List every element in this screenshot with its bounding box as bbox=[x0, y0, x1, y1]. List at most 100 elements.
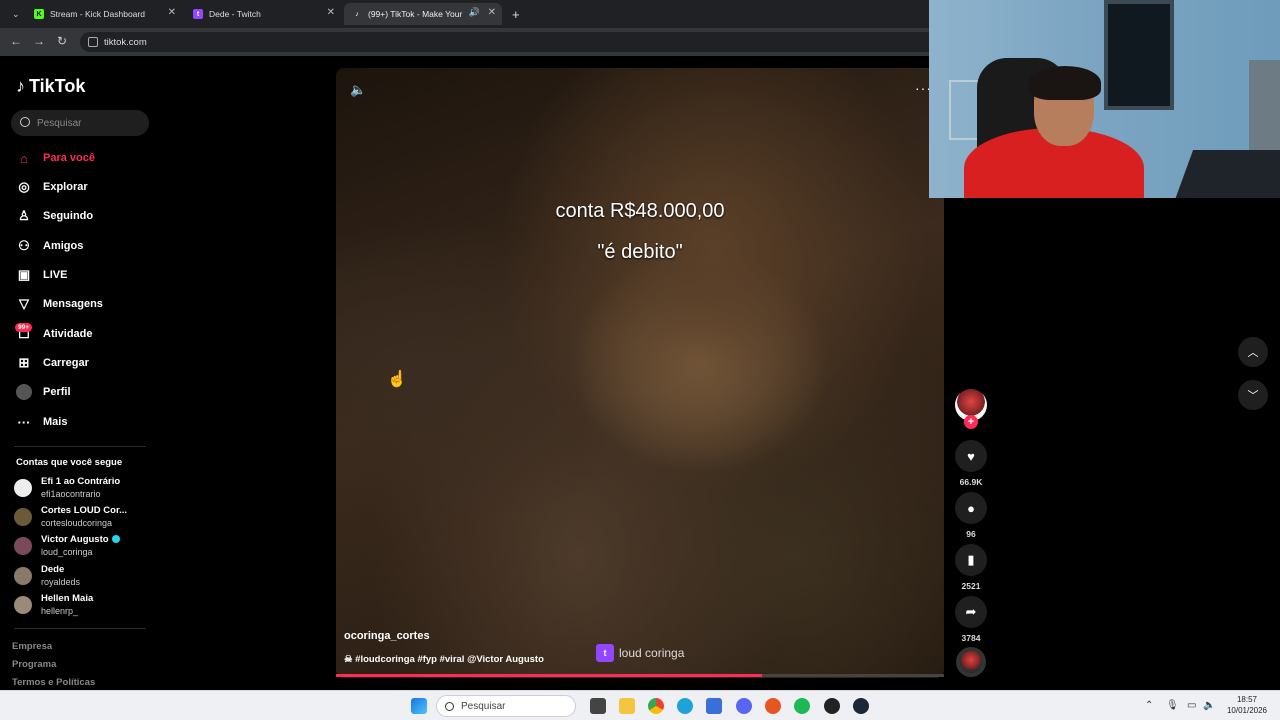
share-button[interactable]: ➦ 3784 bbox=[955, 596, 987, 643]
cam-hair bbox=[1029, 66, 1101, 100]
save-button[interactable]: ▮ 2521 bbox=[955, 544, 987, 591]
nav-label: LIVE bbox=[43, 269, 68, 281]
back-icon[interactable]: ← bbox=[10, 34, 22, 48]
previous-video-button[interactable]: ︿ bbox=[1238, 337, 1268, 367]
clock-time: 18:57 bbox=[1236, 695, 1258, 704]
video-overlay-line2: "é debito" bbox=[597, 241, 683, 263]
brand-name: TikTok bbox=[29, 76, 86, 96]
cam-desk bbox=[1174, 150, 1280, 198]
video-author[interactable]: ocoringa_cortes bbox=[344, 630, 430, 642]
following-account[interactable]: Victor Augusto loud_coringa bbox=[14, 533, 120, 559]
nav-seguindo[interactable]: ♙ Seguindo bbox=[16, 205, 93, 227]
close-icon[interactable]: ✕ bbox=[327, 7, 335, 18]
audio-playing-icon[interactable]: 🔊 bbox=[469, 7, 480, 18]
following-account[interactable]: Cortes LOUD Cor... cortesloudcoringa bbox=[14, 504, 127, 530]
tiktok-note-icon: ♪ bbox=[16, 76, 25, 96]
tab-label: Dede - Twitch bbox=[209, 9, 261, 19]
nav-label: Mensagens bbox=[43, 298, 103, 310]
new-tab-button[interactable]: + bbox=[504, 3, 522, 25]
tab-tiktok[interactable]: ♪ (99+) TikTok - Make Your Da 🔊 ✕ bbox=[344, 3, 502, 25]
video-progress-bar[interactable] bbox=[336, 674, 944, 677]
following-account[interactable]: Hellen Maia hellenrp_ bbox=[14, 592, 93, 618]
close-icon[interactable]: ✕ bbox=[168, 7, 176, 18]
steam-icon[interactable] bbox=[853, 698, 869, 714]
search-input[interactable]: Pesquisar bbox=[11, 110, 149, 136]
following-section-title: Contas que você segue bbox=[16, 457, 123, 468]
obs-icon[interactable] bbox=[824, 698, 840, 714]
next-video-button[interactable]: ﹀ bbox=[1238, 380, 1268, 410]
live-icon: ▣ bbox=[17, 267, 31, 282]
webcam-overlay bbox=[929, 0, 1280, 198]
comment-button[interactable]: ● 96 bbox=[955, 492, 987, 539]
app-icon[interactable] bbox=[765, 698, 781, 714]
account-handle: loud_coringa bbox=[41, 547, 93, 557]
music-disc-avatar[interactable] bbox=[956, 647, 986, 677]
account-name: Dede bbox=[41, 564, 65, 575]
chrome-icon[interactable] bbox=[648, 698, 664, 714]
volume-icon[interactable]: 🔈 bbox=[1203, 700, 1215, 711]
spotify-icon[interactable] bbox=[794, 698, 810, 714]
nav-perfil[interactable]: Perfil bbox=[16, 381, 71, 403]
nav-label: Amigos bbox=[43, 240, 84, 252]
microphone-icon[interactable]: 🎙 bbox=[1166, 700, 1179, 711]
account-name: Efi 1 ao Contrário bbox=[41, 476, 121, 487]
discord-icon[interactable] bbox=[736, 698, 752, 714]
nav-label: Para você bbox=[43, 152, 95, 164]
video-overlay-line1: conta R$48.000,00 bbox=[555, 200, 725, 222]
close-icon[interactable]: ✕ bbox=[488, 7, 496, 18]
nav-label: Atividade bbox=[43, 328, 93, 340]
follow-plus-icon[interactable]: + bbox=[964, 415, 978, 429]
reload-icon[interactable]: ↻ bbox=[57, 34, 67, 48]
compass-icon: ◎ bbox=[18, 179, 30, 194]
following-account[interactable]: Efi 1 ao Contrário efi1aocontrario bbox=[14, 475, 120, 501]
task-view-icon[interactable] bbox=[590, 698, 606, 714]
search-icon bbox=[445, 702, 454, 711]
taskbar-search[interactable]: Pesquisar bbox=[436, 695, 576, 717]
nav-carregar[interactable]: ⊞ Carregar bbox=[16, 352, 89, 374]
nav-explorar[interactable]: ◎ Explorar bbox=[16, 176, 87, 198]
chevron-up-icon: ︿ bbox=[1247, 347, 1259, 359]
search-placeholder: Pesquisar bbox=[37, 117, 82, 129]
windows-start-icon[interactable] bbox=[411, 698, 427, 714]
footer-link-programa[interactable]: Programa bbox=[12, 659, 56, 670]
upload-icon: ⊞ bbox=[18, 355, 30, 370]
tab-twitch[interactable]: t Dede - Twitch ✕ bbox=[185, 3, 341, 25]
tab-search-button[interactable]: ⌄ bbox=[4, 3, 22, 25]
nav-mais[interactable]: ··· Mais bbox=[16, 411, 68, 433]
clock-date: 10/01/2026 bbox=[1226, 706, 1268, 715]
video-caption[interactable]: ☠ #loudcoringa #fyp #viral @Victor Augus… bbox=[344, 654, 544, 665]
nav-label: Perfil bbox=[43, 386, 71, 398]
file-explorer-icon[interactable] bbox=[619, 698, 635, 714]
more-icon: ··· bbox=[17, 414, 31, 430]
nav-para-voce[interactable]: ⌂ Para você bbox=[16, 147, 95, 169]
comment-count: 96 bbox=[966, 529, 976, 539]
like-button[interactable]: ♥ 66.9K bbox=[955, 440, 987, 487]
account-handle: cortesloudcoringa bbox=[41, 518, 113, 528]
home-icon: ⌂ bbox=[20, 150, 28, 166]
tiktok-logo[interactable]: ♪ TikTok bbox=[16, 76, 85, 97]
edge-icon[interactable] bbox=[677, 698, 693, 714]
tray-chevron-icon[interactable]: ⌃ bbox=[1145, 700, 1153, 711]
following-account[interactable]: Dede royaldeds bbox=[14, 563, 80, 589]
app-icon[interactable] bbox=[706, 698, 722, 714]
footer-link-termos[interactable]: Termos e Políticas bbox=[12, 677, 95, 688]
footer-link-empresa[interactable]: Empresa bbox=[12, 641, 52, 652]
nav-label: Seguindo bbox=[43, 210, 94, 222]
messages-icon: ▽ bbox=[19, 296, 29, 311]
tab-kick[interactable]: K Stream - Kick Dashboard ✕ bbox=[26, 3, 182, 25]
taskbar-search-placeholder: Pesquisar bbox=[461, 700, 506, 712]
nav-mensagens[interactable]: ▽ Mensagens bbox=[16, 293, 103, 315]
video-player[interactable]: conta R$48.000,00 "é debito" bbox=[336, 68, 944, 678]
url-text: tiktok.com bbox=[104, 36, 147, 48]
url-field[interactable]: tiktok.com bbox=[80, 32, 940, 52]
volume-icon[interactable]: 🔈 bbox=[350, 82, 366, 98]
site-info-icon[interactable] bbox=[88, 37, 98, 47]
clock[interactable]: 18:57 10/01/2026 bbox=[1222, 694, 1272, 716]
network-icon[interactable]: ▭ bbox=[1187, 700, 1196, 711]
share-count: 3784 bbox=[961, 633, 981, 643]
nav-amigos[interactable]: ⚇ Amigos bbox=[16, 235, 83, 257]
nav-live[interactable]: ▣ LIVE bbox=[16, 264, 68, 286]
twitch-watermark: t loud coringa bbox=[596, 644, 684, 662]
mouse-cursor-icon: ☝ bbox=[387, 371, 407, 388]
forward-icon[interactable]: → bbox=[33, 34, 45, 48]
